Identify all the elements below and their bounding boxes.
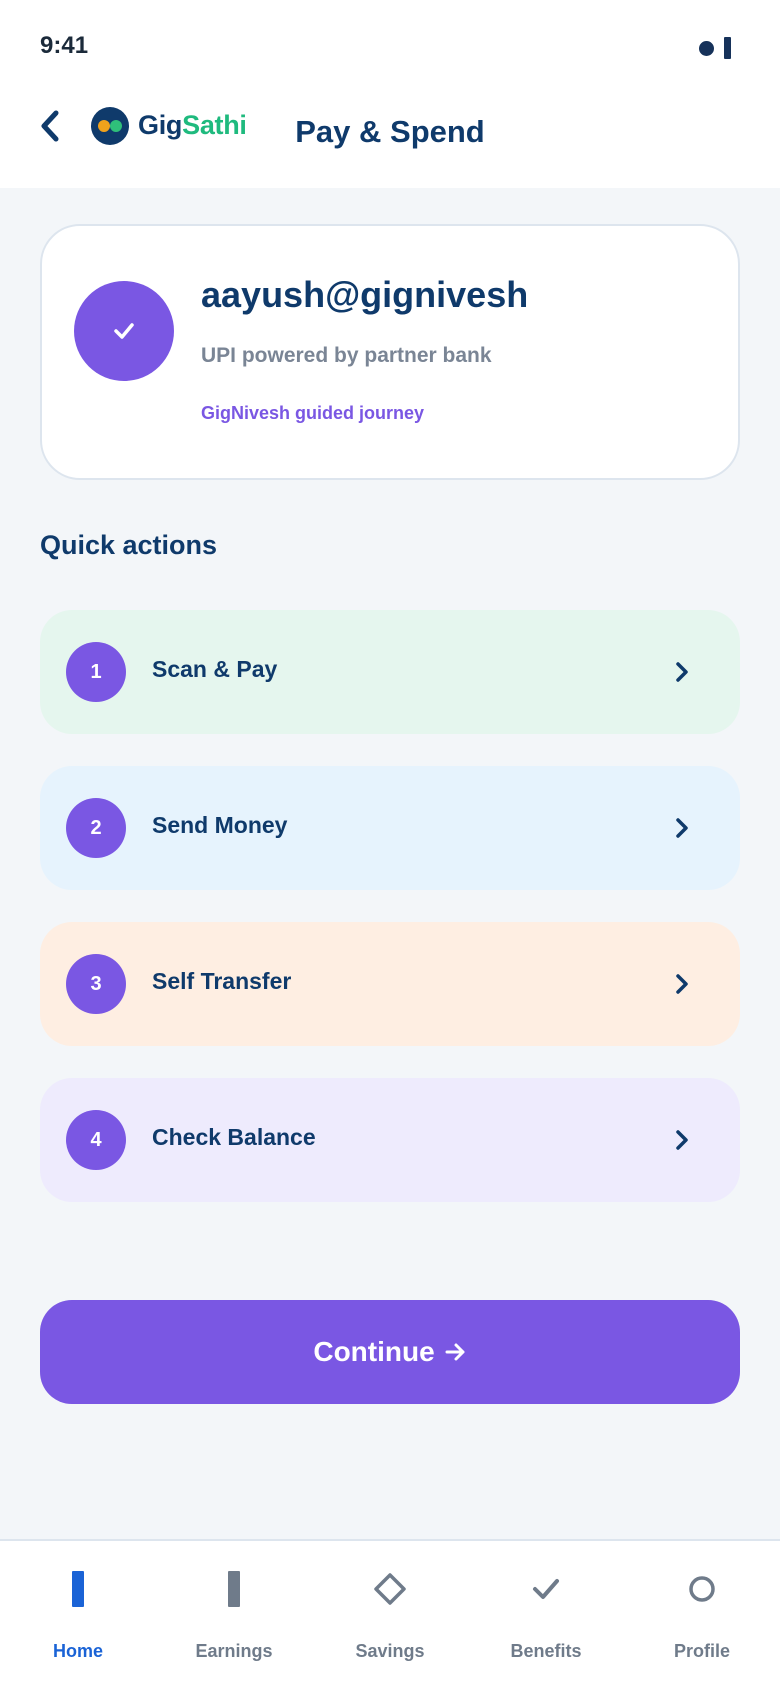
- action-send-money[interactable]: 2 Send Money: [40, 766, 740, 890]
- status-bar: 9:41: [0, 0, 780, 96]
- quick-actions-title: Quick actions: [40, 530, 218, 560]
- nav-earnings[interactable]: Earnings: [156, 1541, 312, 1688]
- status-time: 9:41: [40, 32, 89, 59]
- continue-button[interactable]: Continue: [40, 1300, 740, 1404]
- chevron-right-icon: [672, 660, 692, 684]
- action-label: Self Transfer: [152, 968, 292, 994]
- action-number: 2: [66, 798, 126, 858]
- chevron-right-icon: [672, 816, 692, 840]
- chevron-right-icon: [672, 1128, 692, 1152]
- home-icon: [58, 1569, 98, 1609]
- nav-home[interactable]: Home: [0, 1541, 156, 1688]
- upi-id: aayush@gignivesh: [201, 274, 529, 315]
- page-title: Pay & Spend: [295, 114, 485, 149]
- circle-icon: [682, 1569, 722, 1609]
- upi-card: aayush@gignivesh UPI powered by partner …: [40, 224, 740, 480]
- action-check-balance[interactable]: 4 Check Balance: [40, 1078, 740, 1202]
- earnings-icon: [214, 1569, 254, 1609]
- action-label: Check Balance: [152, 1124, 316, 1150]
- diamond-icon: [370, 1569, 410, 1609]
- nav-label: Earnings: [195, 1641, 273, 1661]
- nav-label: Benefits: [510, 1641, 582, 1661]
- chevron-right-icon: [672, 972, 692, 996]
- action-number: 1: [66, 642, 126, 702]
- arrow-right-icon: [445, 1343, 465, 1361]
- continue-label: Continue: [313, 1336, 435, 1367]
- bottom-nav: Home Earnings Savings Benefits Profile: [0, 1539, 780, 1688]
- action-label: Send Money: [152, 812, 288, 838]
- nav-label: Home: [52, 1641, 103, 1661]
- battery-icon: [724, 37, 731, 59]
- action-number: 3: [66, 954, 126, 1014]
- app-header: GigSathi Pay & Spend: [0, 96, 780, 188]
- nav-label: Profile: [673, 1641, 730, 1661]
- nav-benefits[interactable]: Benefits: [468, 1541, 624, 1688]
- upi-subtitle: UPI powered by partner bank: [201, 344, 492, 367]
- upi-verified-avatar: [74, 281, 174, 381]
- upi-journey-tag: GigNivesh guided journey: [201, 403, 425, 423]
- action-self-transfer[interactable]: 3 Self Transfer: [40, 922, 740, 1046]
- check-icon: [526, 1569, 566, 1609]
- nav-profile[interactable]: Profile: [624, 1541, 780, 1688]
- action-scan-pay[interactable]: 1 Scan & Pay: [40, 610, 740, 734]
- nav-label: Savings: [355, 1641, 425, 1661]
- camera-dot-icon: [699, 41, 714, 56]
- nav-savings[interactable]: Savings: [312, 1541, 468, 1688]
- action-label: Scan & Pay: [152, 656, 278, 682]
- check-icon: [114, 323, 134, 339]
- action-number: 4: [66, 1110, 126, 1170]
